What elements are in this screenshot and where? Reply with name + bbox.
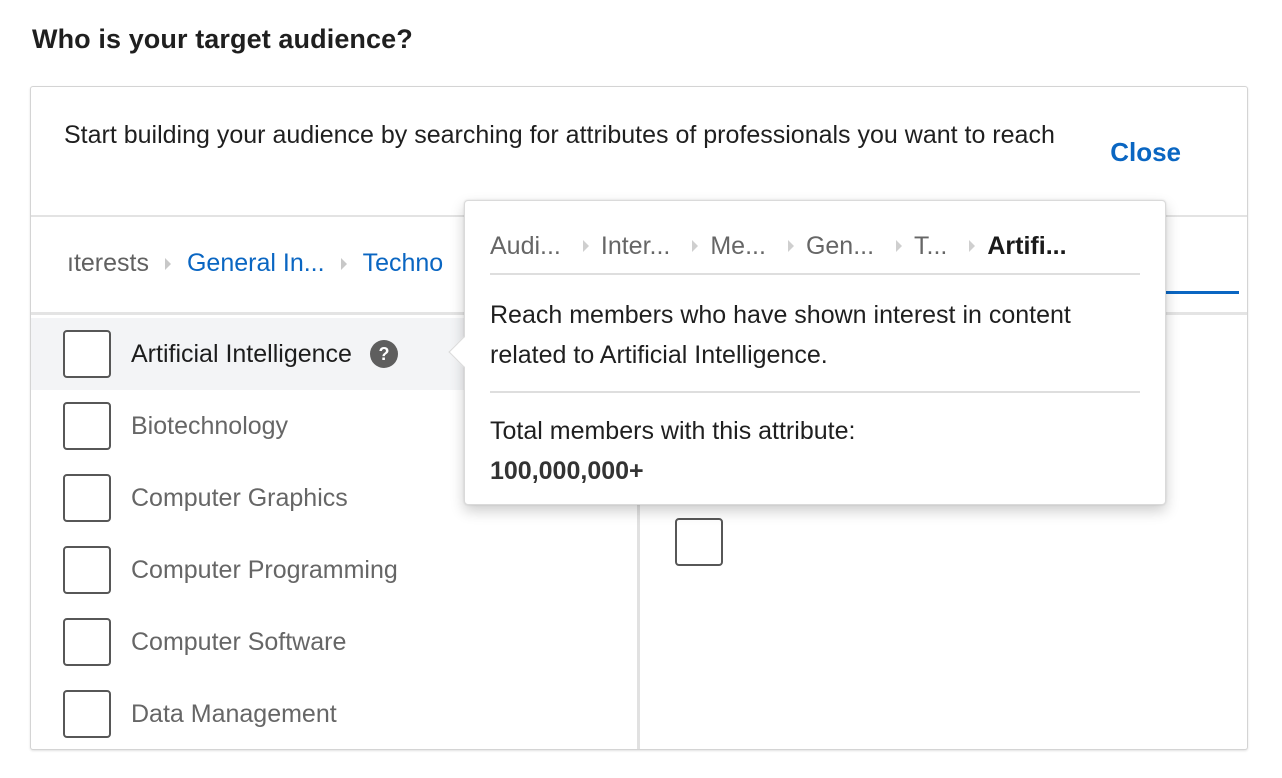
search-input-underline[interactable] <box>1159 291 1239 294</box>
card-header: Start building your audience by searchin… <box>31 87 1247 217</box>
checkbox-artificial-intelligence[interactable] <box>63 330 111 378</box>
close-button[interactable]: Close <box>1110 137 1181 168</box>
intro-text: Start building your audience by searchin… <box>64 121 1055 149</box>
tooltip-breadcrumb: Audi... Inter... Me... Gen... T... Artif… <box>490 229 1140 275</box>
checkbox-partially-hidden[interactable] <box>675 518 723 566</box>
list-item-label: Computer Programming <box>131 555 398 584</box>
page-title: Who is your target audience? <box>32 24 413 54</box>
breadcrumb-item-interests[interactable]: ıterests <box>61 249 155 278</box>
tooltip-path-general: Gen... <box>805 231 875 260</box>
chevron-right-icon <box>692 240 699 252</box>
total-members-count: 100,000,000+ <box>490 457 644 485</box>
chevron-right-icon <box>896 240 903 252</box>
list-item[interactable]: Computer Software <box>31 606 637 678</box>
chevron-right-icon <box>340 257 347 270</box>
tooltip-description: Reach members who have shown interest in… <box>490 295 1140 393</box>
checkbox-computer-software[interactable] <box>63 618 111 666</box>
tooltip-path-audience: Audi... <box>490 231 561 260</box>
checkbox-computer-graphics[interactable] <box>63 474 111 522</box>
chevron-right-icon <box>969 240 976 252</box>
list-item-label: Biotechnology <box>131 411 289 440</box>
chevron-right-icon <box>582 240 589 252</box>
total-members-label: Total members with this attribute: <box>490 417 856 445</box>
tooltip-path-interests: Inter... <box>600 231 671 260</box>
list-item-label: Data Management <box>131 699 337 728</box>
tooltip-total: Total members with this attribute: 100,0… <box>490 411 1140 491</box>
tooltip-path-current: Artifi... <box>987 231 1067 260</box>
list-item-label: Artificial Intelligence <box>131 339 352 368</box>
list-item-label: Computer Graphics <box>131 483 348 512</box>
attribute-info-tooltip: Audi... Inter... Me... Gen... T... Artif… <box>448 200 1166 505</box>
checkbox-biotechnology[interactable] <box>63 402 111 450</box>
checkbox-data-management[interactable] <box>63 690 111 738</box>
checkbox-computer-programming[interactable] <box>63 546 111 594</box>
list-item[interactable]: Data Management <box>31 678 637 749</box>
chevron-right-icon <box>164 257 171 270</box>
tooltip-path-technology: T... <box>914 231 948 260</box>
tooltip-path-member-interests: Me... <box>710 231 766 260</box>
breadcrumb-item-general-interests[interactable]: General In... <box>181 249 331 278</box>
chevron-right-icon <box>787 240 794 252</box>
help-icon[interactable]: ? <box>369 340 398 368</box>
breadcrumb-item-technology[interactable]: Techno <box>357 249 450 278</box>
breadcrumb: ıterests General In... Techno <box>61 249 449 278</box>
list-item-label: Computer Software <box>131 627 347 656</box>
list-item[interactable]: Computer Programming <box>31 534 637 606</box>
